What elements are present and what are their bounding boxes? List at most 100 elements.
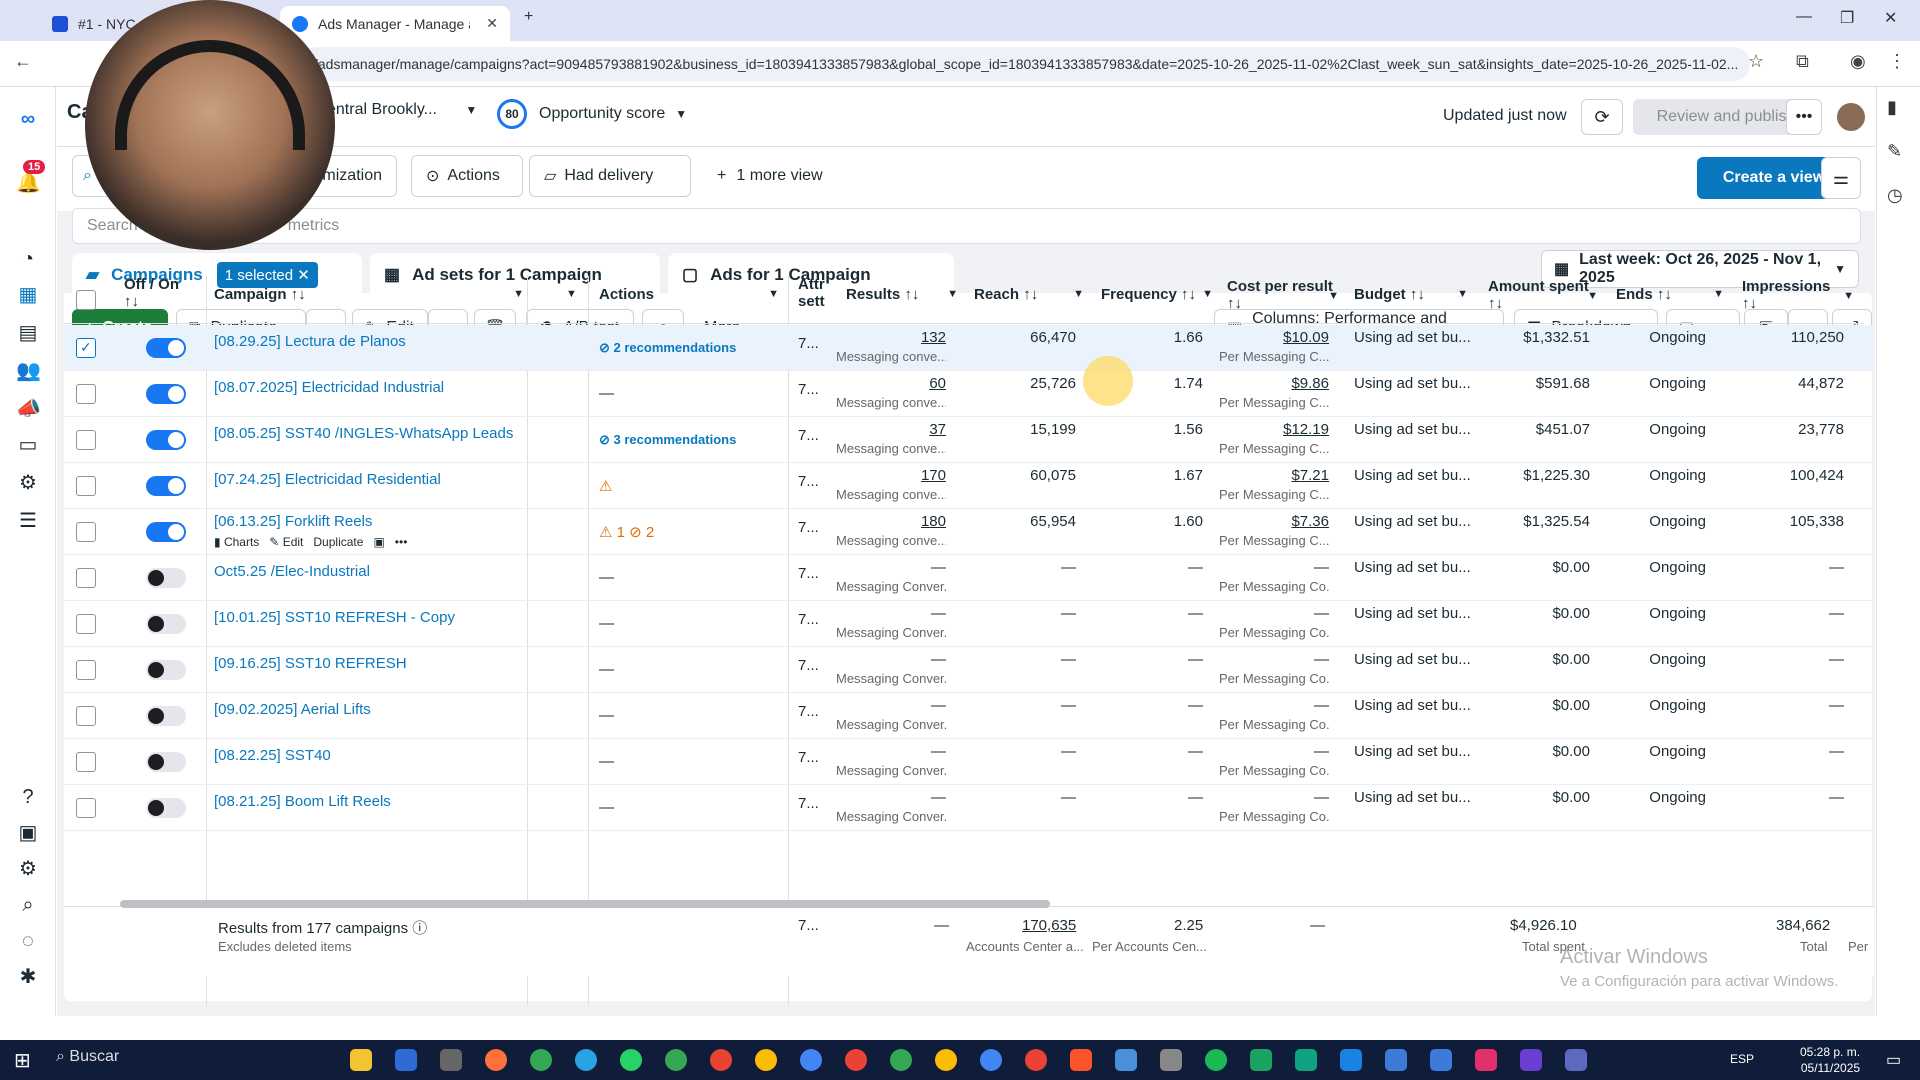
notification-center-icon[interactable]: ▭ <box>1886 1050 1901 1070</box>
row-checkbox[interactable] <box>76 522 96 542</box>
table-row[interactable]: [08.22.25] SST40 — 7... — Messaging Conver..… <box>64 739 1874 785</box>
campaign-toggle[interactable] <box>146 614 186 634</box>
search-input[interactable]: Search metrics <box>72 208 1861 244</box>
info-icon[interactable]: ⓘ <box>412 920 427 937</box>
app-icon[interactable] <box>440 1049 462 1071</box>
chrome-profile-icon[interactable] <box>755 1049 777 1071</box>
app-icon[interactable] <box>1205 1049 1227 1071</box>
campaign-toggle[interactable] <box>146 706 186 726</box>
table-row[interactable]: Oct5.25 /Elec-Industrial — 7... — Messaging … <box>64 555 1874 601</box>
campaign-name-link[interactable]: Oct5.25 /Elec-Industrial <box>214 563 370 580</box>
chrome-profile-icon[interactable] <box>980 1049 1002 1071</box>
app-icon[interactable] <box>1250 1049 1272 1071</box>
campaign-toggle[interactable] <box>146 752 186 772</box>
close-window-icon[interactable]: ✕ <box>1884 8 1897 28</box>
col-campaign[interactable]: Campaign ↑↓ ▼ <box>214 286 524 303</box>
col-actions[interactable]: Actions ▼ <box>599 286 779 303</box>
campaign-name-link[interactable]: [09.02.2025] Aerial Lifts <box>214 701 371 718</box>
campaign-toggle[interactable] <box>146 430 186 450</box>
account-icon[interactable]: ▣ <box>16 821 40 845</box>
image-icon[interactable]: ▣ <box>373 535 384 549</box>
row-checkbox[interactable] <box>76 430 96 450</box>
row-results[interactable]: — <box>846 743 946 760</box>
brave-icon[interactable] <box>1070 1049 1092 1071</box>
row-checkbox[interactable] <box>76 798 96 818</box>
extensions-icon[interactable]: ⧉ <box>1796 51 1809 72</box>
feedback-icon[interactable]: ◌ <box>16 929 40 953</box>
table-row[interactable]: [08.21.25] Boom Lift Reels — 7... — Messagin… <box>64 785 1874 831</box>
app-icon[interactable] <box>1385 1049 1407 1071</box>
chrome-profile-icon[interactable] <box>665 1049 687 1071</box>
campaigns-grid-icon[interactable]: ▦ <box>16 283 40 307</box>
row-cost-per-result[interactable]: $9.86 <box>1227 375 1329 392</box>
campaign-name-link[interactable]: [08.07.2025] Electricidad Industrial <box>214 379 444 396</box>
col-budget[interactable]: Budget ↑↓ ▼ <box>1354 286 1468 303</box>
table-row[interactable]: [10.01.25] SST10 REFRESH - Copy — 7... — Mes… <box>64 601 1874 647</box>
back-icon[interactable]: ← <box>14 51 32 72</box>
recommendations-link[interactable]: ⊘ 2 recommendations <box>599 340 736 355</box>
chrome-icon[interactable] <box>530 1049 552 1071</box>
taskbar-search[interactable]: ⌕ Buscar <box>56 1048 119 1066</box>
new-tab-icon[interactable]: + <box>524 8 533 26</box>
file-explorer-icon[interactable] <box>350 1049 372 1071</box>
warning-indicator[interactable]: ⚠ 1 ⊘ 2 <box>599 524 654 541</box>
more-options-button[interactable]: ••• <box>1786 99 1822 135</box>
bug-report-icon[interactable]: ✱ <box>16 965 40 989</box>
chrome-profile-icon[interactable] <box>935 1049 957 1071</box>
edit-pencil-icon[interactable]: ✎ <box>1887 141 1902 162</box>
ads-icon[interactable]: 📣 <box>16 397 41 421</box>
row-checkbox[interactable] <box>76 476 96 496</box>
row-checkbox[interactable] <box>76 660 96 680</box>
col-menu-icon[interactable]: ▼ <box>1587 288 1598 305</box>
app-icon[interactable] <box>1430 1049 1452 1071</box>
duplicate-link[interactable]: Duplicate <box>313 535 363 549</box>
table-row[interactable]: ✓ [08.29.25] Lectura de Planos ⊘ 2 recomme… <box>64 325 1874 371</box>
account-selector[interactable]: entral Brookly... ▼ <box>327 101 477 119</box>
col-ends[interactable]: Ends ↑↓ ▼ <box>1616 286 1724 303</box>
warning-indicator[interactable]: ⚠ <box>599 478 612 495</box>
campaign-toggle[interactable] <box>146 338 186 358</box>
system-clock[interactable]: 05:28 p. m. 05/11/2025 <box>1800 1044 1860 1076</box>
app-icon[interactable] <box>1340 1049 1362 1071</box>
col-menu-icon[interactable]: ▼ <box>1073 286 1084 303</box>
browser-menu-icon[interactable]: ⋮ <box>1888 51 1906 72</box>
campaign-toggle[interactable] <box>146 660 186 680</box>
campaign-name-link[interactable]: [08.21.25] Boom Lift Reels <box>214 793 391 810</box>
row-results[interactable]: — <box>846 697 946 714</box>
row-cost-per-result[interactable]: $7.21 <box>1227 467 1329 484</box>
row-results[interactable]: — <box>846 651 946 668</box>
chrome-profile-icon[interactable] <box>1025 1049 1047 1071</box>
chrome-profile-icon[interactable] <box>800 1049 822 1071</box>
chrome-profile-icon[interactable] <box>890 1049 912 1071</box>
row-checkbox[interactable] <box>76 706 96 726</box>
chrome-profile-icon[interactable] <box>845 1049 867 1071</box>
row-results[interactable]: — <box>846 605 946 622</box>
reports-icon[interactable]: ▤ <box>16 321 40 345</box>
row-results[interactable]: — <box>846 559 946 576</box>
campaign-name-link[interactable]: [07.24.25] Electricidad Residential <box>214 471 441 488</box>
row-checkbox[interactable] <box>76 752 96 772</box>
campaign-toggle[interactable] <box>146 798 186 818</box>
campaign-name-link[interactable]: [10.01.25] SST10 REFRESH - Copy <box>214 609 455 626</box>
row-results[interactable]: 60 <box>846 375 946 392</box>
windows-start-icon[interactable]: ⊞ <box>14 1048 31 1073</box>
row-checkbox[interactable] <box>76 614 96 634</box>
row-cost-per-result[interactable]: — <box>1227 559 1329 576</box>
telegram-icon[interactable] <box>575 1049 597 1071</box>
app-icon[interactable] <box>1295 1049 1317 1071</box>
col-frequency[interactable]: Frequency ↑↓ ▼ <box>1101 286 1213 303</box>
row-cost-per-result[interactable]: $10.09 <box>1227 329 1329 346</box>
col-menu-icon[interactable]: ▼ <box>1457 286 1468 303</box>
row-results[interactable]: 180 <box>846 513 946 530</box>
app-icon[interactable] <box>1520 1049 1542 1071</box>
campaign-toggle[interactable] <box>146 384 186 404</box>
chrome-profile-icon[interactable] <box>710 1049 732 1071</box>
row-checkbox[interactable] <box>76 384 96 404</box>
recommendations-link[interactable]: ⊘ 3 recommendations <box>599 432 736 447</box>
maximize-icon[interactable]: ❐ <box>1840 8 1854 28</box>
row-cost-per-result[interactable]: — <box>1227 789 1329 806</box>
events-icon[interactable]: ⚙ <box>16 471 40 495</box>
billing-icon[interactable]: ▭ <box>16 433 40 457</box>
row-results[interactable]: — <box>846 789 946 806</box>
view-settings-icon[interactable]: ⚌ <box>1821 157 1861 199</box>
